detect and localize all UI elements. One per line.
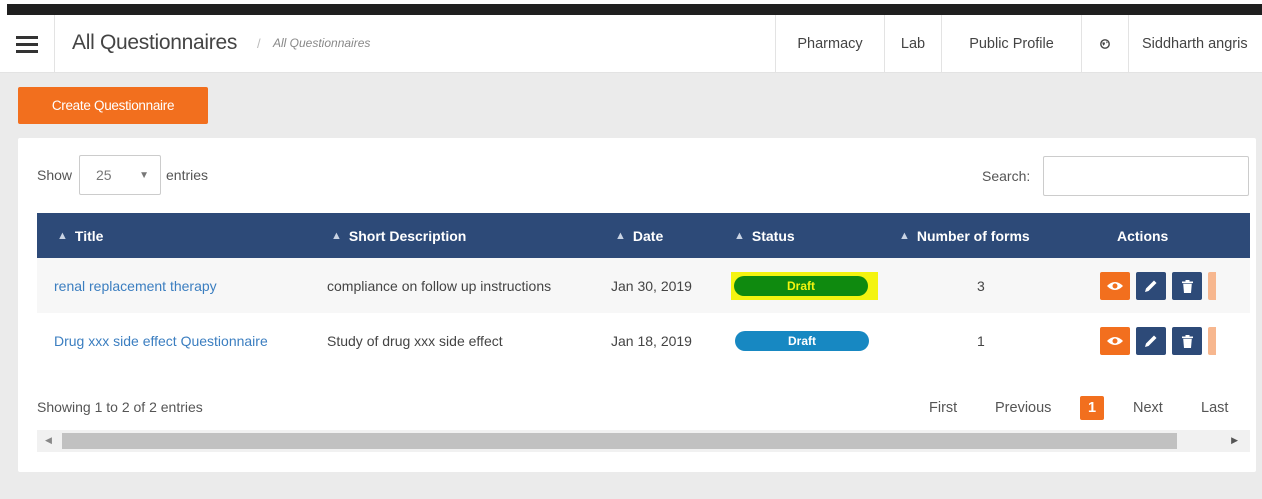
scroll-right-icon[interactable]: ▶ <box>1231 435 1238 446</box>
globe-icon <box>1100 39 1110 49</box>
more-actions-button[interactable] <box>1208 327 1216 355</box>
status-highlight: Draft <box>731 271 878 300</box>
pagination-page-1[interactable]: 1 <box>1080 396 1104 420</box>
row-forms-count: 3 <box>977 277 985 294</box>
sort-icon: ▲︎ <box>331 229 342 242</box>
sort-icon: ▲︎ <box>734 229 745 242</box>
eye-icon <box>1107 282 1123 290</box>
column-header-label: Date <box>632 227 664 244</box>
row-title-link[interactable]: renal replacement therapy <box>54 258 217 313</box>
globe-button[interactable] <box>1081 15 1128 73</box>
show-label: Show <box>37 167 73 183</box>
create-questionnaire-button[interactable]: Create Questionnaire <box>18 87 208 124</box>
top-strip <box>0 0 1262 15</box>
scrollbar-thumb[interactable] <box>62 433 1177 449</box>
scroll-left-icon[interactable]: ◀ <box>45 435 52 446</box>
table-row: Drug xxx side effect Questionnaire Study… <box>37 313 1250 368</box>
row-description: Study of drug xxx side effect <box>327 332 503 349</box>
column-header-label: Number of forms <box>916 227 1030 244</box>
trash-icon <box>1181 279 1193 293</box>
search-label: Search: <box>982 168 1031 184</box>
eye-icon <box>1107 337 1123 345</box>
row-status: Draft <box>731 258 878 313</box>
breadcrumb-separator: / <box>257 36 261 51</box>
pagination-next[interactable]: Next <box>1133 396 1163 420</box>
table-row: renal replacement therapy compliance on … <box>37 258 1250 313</box>
column-header-status[interactable]: ▲︎ Status <box>734 213 795 258</box>
column-header-actions: Actions <box>1117 213 1168 258</box>
column-header-title[interactable]: ▲︎ Title <box>57 213 103 258</box>
page-title: All Questionnaires <box>72 31 238 54</box>
row-date: Jan 30, 2019 <box>611 277 692 294</box>
pagination-last[interactable]: Last <box>1201 396 1228 420</box>
hamburger-icon <box>16 36 38 53</box>
pencil-icon <box>1145 335 1157 347</box>
row-actions <box>1100 327 1216 355</box>
user-menu[interactable]: Siddharth angris <box>1128 15 1262 73</box>
search-input[interactable] <box>1043 156 1249 196</box>
view-button[interactable] <box>1100 272 1130 300</box>
table-header: ▲︎ Title ▲︎ Short Description ▲︎ Date ▲︎ Sta… <box>37 213 1250 258</box>
row-description: compliance on follow up instructions <box>327 277 552 294</box>
caret-down-icon: ▼ <box>139 170 149 181</box>
edit-button[interactable] <box>1136 327 1166 355</box>
column-header-date[interactable]: ▲︎ Date <box>615 213 663 258</box>
entries-label: entries <box>166 167 209 183</box>
delete-button[interactable] <box>1172 327 1202 355</box>
horizontal-scrollbar[interactable]: ◀ ▶ <box>37 430 1250 452</box>
sort-icon: ▲︎ <box>615 229 626 242</box>
header: All Questionnaires / All Questionnaires … <box>0 15 1262 73</box>
column-header-label: Status <box>751 227 795 244</box>
pagination-first[interactable]: First <box>929 396 957 420</box>
edit-button[interactable] <box>1136 272 1166 300</box>
nav-lab[interactable]: Lab <box>884 15 941 73</box>
pagination-previous[interactable]: Previous <box>995 396 1051 420</box>
entries-value: 25 <box>96 167 112 183</box>
column-header-label: Title <box>74 227 104 244</box>
more-actions-button[interactable] <box>1208 272 1216 300</box>
pencil-icon <box>1145 280 1157 292</box>
nav-pharmacy[interactable]: Pharmacy <box>775 15 884 73</box>
view-button[interactable] <box>1100 327 1130 355</box>
breadcrumb[interactable]: All Questionnaires <box>273 36 370 50</box>
entries-select[interactable]: 25 ▼ <box>79 155 161 195</box>
sort-icon: ▲︎ <box>899 229 910 242</box>
row-actions <box>1100 272 1216 300</box>
delete-button[interactable] <box>1172 272 1202 300</box>
nav-public-profile[interactable]: Public Profile <box>941 15 1081 73</box>
sort-icon: ▲︎ <box>57 229 68 242</box>
status-badge: Draft <box>735 330 869 351</box>
column-header-label: Actions <box>1117 227 1169 244</box>
row-date: Jan 18, 2019 <box>611 332 692 349</box>
column-header-number-of-forms[interactable]: ▲︎ Number of forms <box>899 213 1030 258</box>
column-header-short-description[interactable]: ▲︎ Short Description <box>331 213 466 258</box>
table-info: Showing 1 to 2 of 2 entries <box>37 399 203 415</box>
row-title-link[interactable]: Drug xxx side effect Questionnaire <box>54 313 268 368</box>
top-strip-bar <box>7 4 1262 15</box>
trash-icon <box>1181 334 1193 348</box>
status-badge: Draft <box>734 275 868 296</box>
row-forms-count: 1 <box>977 332 985 349</box>
menu-toggle-button[interactable] <box>0 15 55 73</box>
column-header-label: Short Description <box>348 227 467 244</box>
row-status: Draft <box>735 313 869 368</box>
